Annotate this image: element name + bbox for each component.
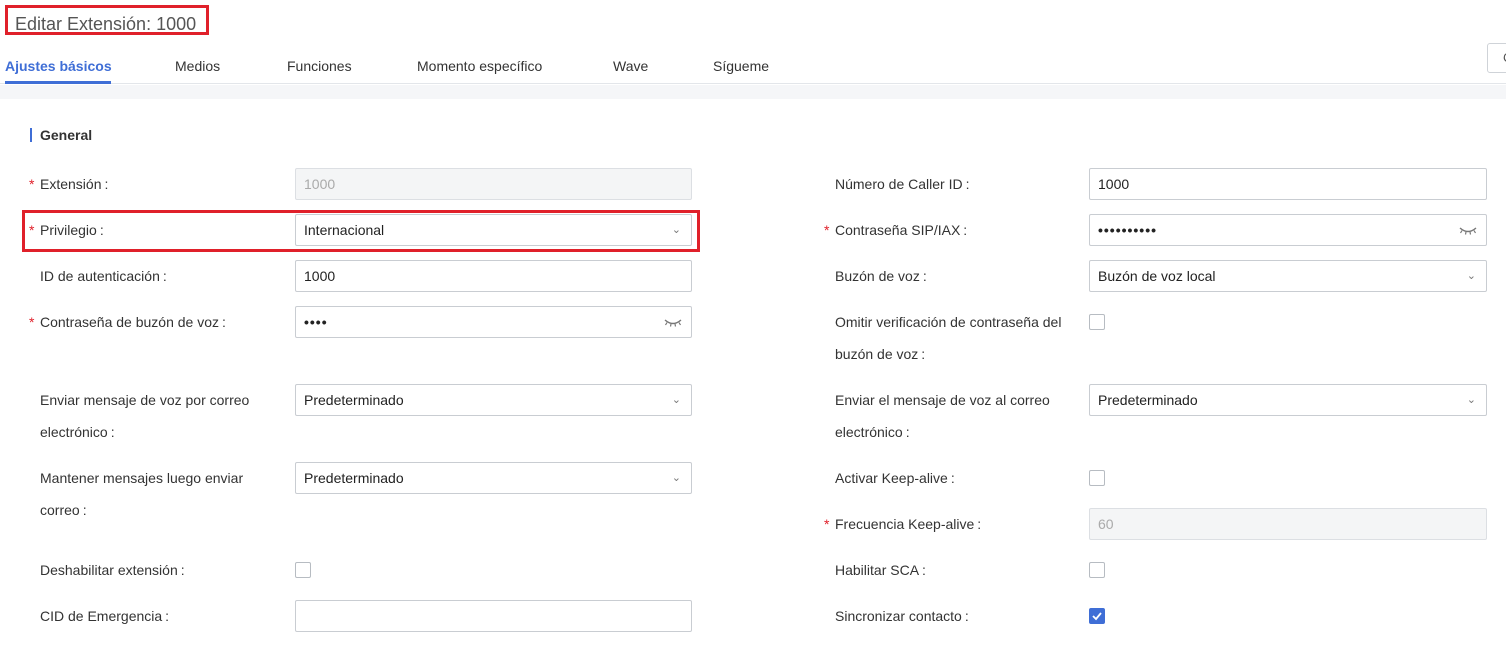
- send-vm-email-right-label-line1: Enviar el mensaje de voz al correo: [835, 392, 1050, 408]
- voicemail-value: Buzón de voz local: [1098, 268, 1216, 284]
- skip-vm-password-checkbox[interactable]: [1089, 314, 1105, 330]
- voicemail-password-input[interactable]: ••••: [295, 306, 692, 338]
- voicemail-select[interactable]: Buzón de voz local ⌄: [1089, 260, 1487, 292]
- voicemail-label: Buzón de voz:: [835, 268, 927, 284]
- send-vm-email-label-line2: electrónico:: [40, 424, 115, 440]
- sip-password-value: ••••••••••: [1098, 222, 1158, 238]
- keep-alive-frequency-label: Frecuencia Keep-alive:: [835, 516, 982, 532]
- voicemail-password-label: Contraseña de buzón de voz:: [40, 314, 226, 330]
- skip-vm-password-label-line2: buzón de voz:: [835, 346, 926, 362]
- disable-extension-label: Deshabilitar extensión:: [40, 562, 185, 578]
- required-marker: *: [824, 516, 830, 532]
- tab-ajustes-basicos[interactable]: Ajustes básicos: [5, 58, 112, 74]
- extension-input: 1000: [295, 168, 692, 200]
- checkmark-icon: [1092, 612, 1102, 621]
- chevron-down-icon: ⌄: [671, 472, 681, 484]
- send-vm-email-right-value: Predeterminado: [1098, 392, 1198, 408]
- eye-closed-icon[interactable]: [1458, 223, 1478, 237]
- tab-medios[interactable]: Medios: [175, 58, 220, 74]
- chevron-down-icon: ⌄: [1466, 394, 1476, 406]
- send-vm-email-right-select[interactable]: Predeterminado ⌄: [1089, 384, 1487, 416]
- keep-messages-label-line2: correo:: [40, 502, 87, 518]
- section-marker: [30, 128, 32, 142]
- privilege-highlight-box: [22, 210, 700, 252]
- send-vm-email-value: Predeterminado: [304, 392, 404, 408]
- caller-id-label: Número de Caller ID:: [835, 176, 970, 192]
- tab-sigueme[interactable]: Sígueme: [713, 58, 769, 74]
- section-title: General: [40, 127, 93, 143]
- tab-wave[interactable]: Wave: [613, 58, 648, 74]
- active-tab-indicator: [5, 81, 111, 84]
- keep-messages-value: Predeterminado: [304, 470, 404, 486]
- tab-funciones[interactable]: Funciones: [287, 58, 352, 74]
- keep-alive-checkbox[interactable]: [1089, 470, 1105, 486]
- sip-password-input[interactable]: ••••••••••: [1089, 214, 1487, 246]
- keep-alive-frequency-input: 60: [1089, 508, 1487, 540]
- required-marker: *: [29, 314, 35, 330]
- sync-contact-checkbox[interactable]: [1089, 608, 1105, 624]
- enable-sca-label: Habilitar SCA:: [835, 562, 926, 578]
- title-highlight-box: [5, 5, 209, 35]
- send-vm-email-select[interactable]: Predeterminado ⌄: [295, 384, 692, 416]
- required-marker: *: [824, 222, 830, 238]
- caller-id-input[interactable]: 1000: [1089, 168, 1487, 200]
- content-separator: [0, 85, 1506, 99]
- chevron-down-icon: ⌄: [671, 394, 681, 406]
- auth-id-input[interactable]: 1000: [295, 260, 692, 292]
- auth-id-label: ID de autenticación:: [40, 268, 167, 284]
- tab-momento-especifico[interactable]: Momento específico: [417, 58, 542, 74]
- keep-messages-label-line1: Mantener mensajes luego enviar: [40, 470, 244, 486]
- sip-password-label: Contraseña SIP/IAX:: [835, 222, 968, 238]
- emergency-cid-input[interactable]: [295, 600, 692, 632]
- skip-vm-password-label-line1: Omitir verificación de contraseña del: [835, 314, 1062, 330]
- required-marker: *: [29, 176, 35, 192]
- disable-extension-checkbox[interactable]: [295, 562, 311, 578]
- send-vm-email-right-label-line2: electrónico:: [835, 424, 910, 440]
- keep-alive-label: Activar Keep-alive:: [835, 470, 955, 486]
- extension-label: Extensión:: [40, 176, 109, 192]
- tab-bar: Ajustes básicos Medios Funciones Momento…: [0, 52, 1506, 84]
- enable-sca-checkbox[interactable]: [1089, 562, 1105, 578]
- sync-contact-label: Sincronizar contacto:: [835, 608, 969, 624]
- send-vm-email-label-line1: Enviar mensaje de voz por correo: [40, 392, 250, 408]
- keep-messages-select[interactable]: Predeterminado ⌄: [295, 462, 692, 494]
- voicemail-password-value: ••••: [304, 314, 328, 330]
- emergency-cid-label: CID de Emergencia:: [40, 608, 170, 624]
- eye-closed-icon[interactable]: [663, 315, 683, 329]
- chevron-down-icon: ⌄: [1466, 270, 1476, 282]
